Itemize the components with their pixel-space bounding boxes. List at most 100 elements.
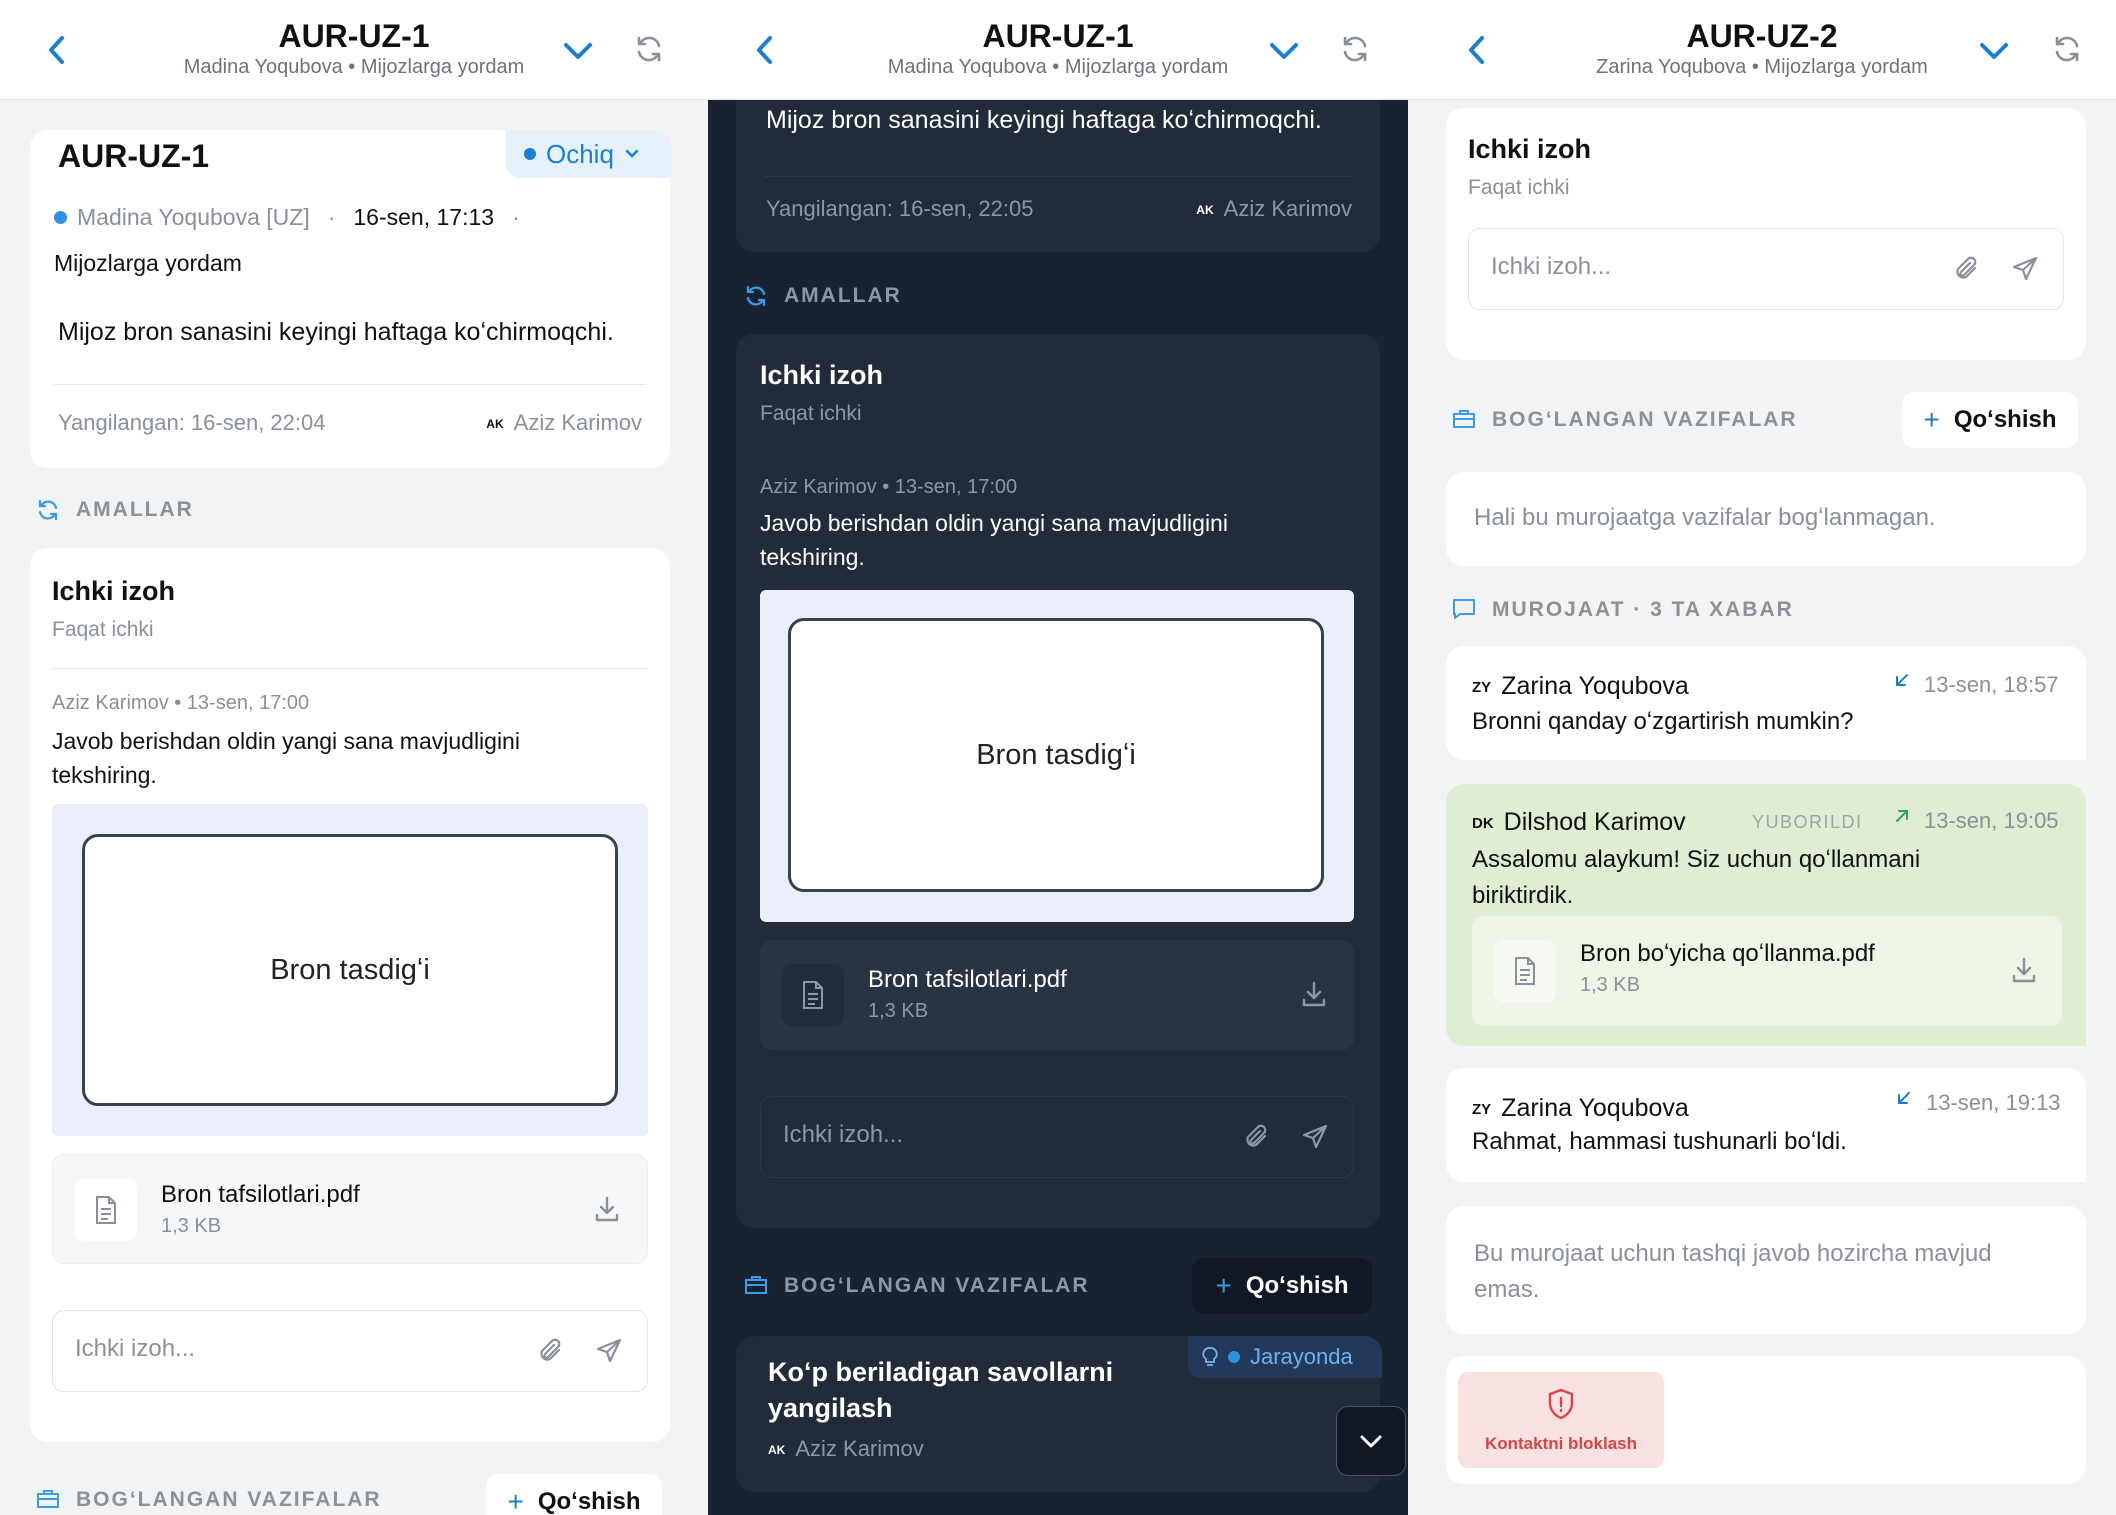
assignee-name: Aziz Karimov [1223, 196, 1352, 221]
section-title-actions: AMALLAR [76, 498, 194, 521]
plus-icon: + [507, 1486, 524, 1515]
block-contact-label: Kontaktni bloklash [1484, 1434, 1638, 1453]
download-icon[interactable] [1300, 980, 1328, 1008]
block-contact-button[interactable]: Kontaktni bloklash [1458, 1372, 1664, 1468]
avatar: DK [1472, 814, 1494, 832]
scroll-down-button[interactable] [1336, 1406, 1406, 1476]
internal-note-card: Ichki izoh Faqat ichki Aziz Karimov • 13… [30, 548, 670, 1442]
chevron-down-icon[interactable] [1268, 40, 1300, 62]
activity-icon [744, 284, 768, 308]
paperclip-icon[interactable] [537, 1337, 565, 1365]
ticket-id: AUR-UZ-1 [58, 138, 210, 174]
avatar: AK [486, 417, 504, 432]
note-text: Javob berishdan oldin yangi sana mavjudl… [760, 510, 1228, 570]
assignee-name: Aziz Karimov [795, 1436, 924, 1461]
note-title: Ichki izoh [760, 360, 884, 390]
ticket-summary: Mijoz bron sanasini keyingi haftaga koʻc… [766, 106, 1322, 134]
task-title: Koʻp beriladigan savollarni yangilash [768, 1357, 1114, 1423]
paperclip-icon[interactable] [1243, 1123, 1271, 1151]
add-task-button[interactable]: + Qoʻshish [1192, 1258, 1372, 1314]
refresh-icon[interactable] [634, 34, 664, 64]
updated-time: Yangilangan: 16-sen, 22:04 [58, 410, 326, 435]
note-input[interactable]: Ichki izoh... [52, 1310, 648, 1392]
separator: · [512, 204, 520, 230]
top-bar: AUR-UZ-1 Madina Yoqubova • Mijozlarga yo… [0, 0, 708, 100]
add-task-button[interactable]: + Qoʻshish [486, 1474, 662, 1515]
note-meta: Aziz Karimov • 13-sen, 17:00 [760, 476, 1018, 498]
no-external-reply-text: Bu murojaat uchun tashqi javob hozircha … [1474, 1240, 1992, 1303]
assignee[interactable]: AK Aziz Karimov [1196, 196, 1352, 222]
separator: · [327, 204, 336, 230]
file-size: 1,3 KB [1580, 974, 1641, 996]
top-bar: AUR-UZ-1 Madina Yoqubova • Mijozlarga yo… [708, 0, 1408, 100]
lightbulb-icon [1202, 1346, 1218, 1368]
file-attachment[interactable]: Bron tafsilotlari.pdf 1,3 KB [760, 940, 1354, 1050]
status-dot [1228, 1351, 1240, 1363]
internal-note-card: Ichki izoh Faqat ichki Aziz Karimov • 13… [736, 334, 1380, 1228]
add-task-button[interactable]: + Qoʻshish [1902, 392, 2078, 448]
customer-name[interactable]: Madina Yoqubova [UZ] [77, 204, 310, 231]
assignee[interactable]: AK Aziz Karimov [486, 410, 642, 436]
download-icon[interactable] [593, 1195, 621, 1223]
sent-badge: YUBORILDI [1752, 812, 1863, 832]
message-incoming[interactable]: ZY Zarina Yoqubova 13-sen, 19:13 Rahmat, … [1446, 1068, 2086, 1182]
shield-alert-icon [1547, 1388, 1575, 1420]
avatar: AK [768, 1443, 786, 1458]
online-dot [54, 211, 67, 224]
no-external-reply-card: Bu murojaat uchun tashqi javob hozircha … [1446, 1206, 2086, 1334]
contact-actions-card: Kontaktni bloklash [1446, 1356, 2086, 1484]
send-icon[interactable] [1301, 1123, 1329, 1151]
message-time-row: 13-sen, 19:05 [1894, 808, 2059, 834]
message-outgoing[interactable]: DK Dilshod Karimov YUBORILDI 13-sen, 19:0… [1446, 784, 2086, 1046]
preview-image: Bron tasdigʻi [788, 618, 1324, 892]
panel-ticket-conversation: AUR-UZ-2 Zarina Yoqubova • Mijozlarga yo… [1408, 0, 2116, 1515]
page-title: AUR-UZ-1 [278, 18, 430, 54]
note-subtitle: Faqat ichki [52, 618, 154, 641]
briefcase-icon [744, 1274, 768, 1296]
preview-image: Bron tasdigʻi [82, 834, 618, 1106]
linked-task-card[interactable]: Koʻp beriladigan savollarni yangilash Jar… [736, 1336, 1406, 1492]
note-meta: Aziz Karimov • 13-sen, 17:00 [52, 692, 310, 714]
file-size: 1,3 KB [161, 1215, 222, 1237]
file-attachment[interactable]: Bron tafsilotlari.pdf 1,3 KB [52, 1154, 648, 1264]
refresh-icon[interactable] [2052, 34, 2082, 64]
status-dropdown[interactable]: Ochiq [506, 130, 672, 178]
page-subtitle: Madina Yoqubova • Mijozlarga yordam [183, 56, 525, 78]
panel-ticket-light: AUR-UZ-1 Madina Yoqubova • Mijozlarga yo… [0, 0, 708, 1515]
chevron-down-icon[interactable] [1978, 40, 2010, 62]
divider [764, 176, 1352, 177]
message-sender: ZY Zarina Yoqubova [1472, 672, 1689, 700]
note-input[interactable]: Ichki izoh... [760, 1096, 1354, 1178]
assignee-name: Aziz Karimov [513, 410, 642, 435]
note-text: Javob berishdan oldin yangi sana mavjudl… [52, 728, 520, 788]
download-icon[interactable] [2010, 956, 2038, 984]
top-bar: AUR-UZ-2 Zarina Yoqubova • Mijozlarga yo… [1408, 0, 2116, 100]
plus-icon: + [1923, 404, 1940, 435]
section-title-linked-tasks: BOGʻLANGAN VAZIFALAR [1492, 408, 1798, 431]
note-input[interactable]: Ichki izoh... [1468, 228, 2064, 310]
attachment-preview[interactable]: Bron tasdigʻi [52, 804, 648, 1136]
send-icon[interactable] [595, 1337, 623, 1365]
chevron-down-icon[interactable] [562, 40, 594, 62]
panel-ticket-dark: Mijoz bron sanasini keyingi haftaga koʻc… [708, 0, 1408, 1515]
paperclip-icon[interactable] [1953, 255, 1981, 283]
message-time: 13-sen, 18:57 [1924, 672, 2059, 697]
incoming-arrow-icon [1896, 1090, 1912, 1116]
divider [52, 668, 648, 669]
note-subtitle: Faqat ichki [1468, 176, 1570, 199]
message-incoming[interactable]: ZY Zarina Yoqubova 13-sen, 18:57 Bronni q… [1446, 646, 2086, 760]
section-title-actions: AMALLAR [784, 284, 902, 307]
chevron-down-icon [624, 148, 640, 160]
file-attachment[interactable]: Bron boʻyicha qoʻllanma.pdf 1,3 KB [1472, 916, 2062, 1026]
note-subtitle: Faqat ichki [760, 402, 862, 425]
updated-time: Yangilangan: 16-sen, 22:05 [766, 196, 1034, 221]
attachment-preview[interactable]: Bron tasdigʻi [760, 590, 1354, 922]
refresh-icon[interactable] [1340, 34, 1370, 64]
note-title: Ichki izoh [1468, 134, 1592, 164]
send-icon[interactable] [2011, 255, 2039, 283]
document-icon [782, 964, 844, 1026]
activity-icon [36, 498, 60, 522]
ticket-team: Mijozlarga yordam [54, 250, 242, 276]
empty-tasks-text: Hali bu murojaatga vazifalar bogʻlanmaga… [1474, 504, 1936, 531]
file-size: 1,3 KB [868, 1000, 929, 1022]
